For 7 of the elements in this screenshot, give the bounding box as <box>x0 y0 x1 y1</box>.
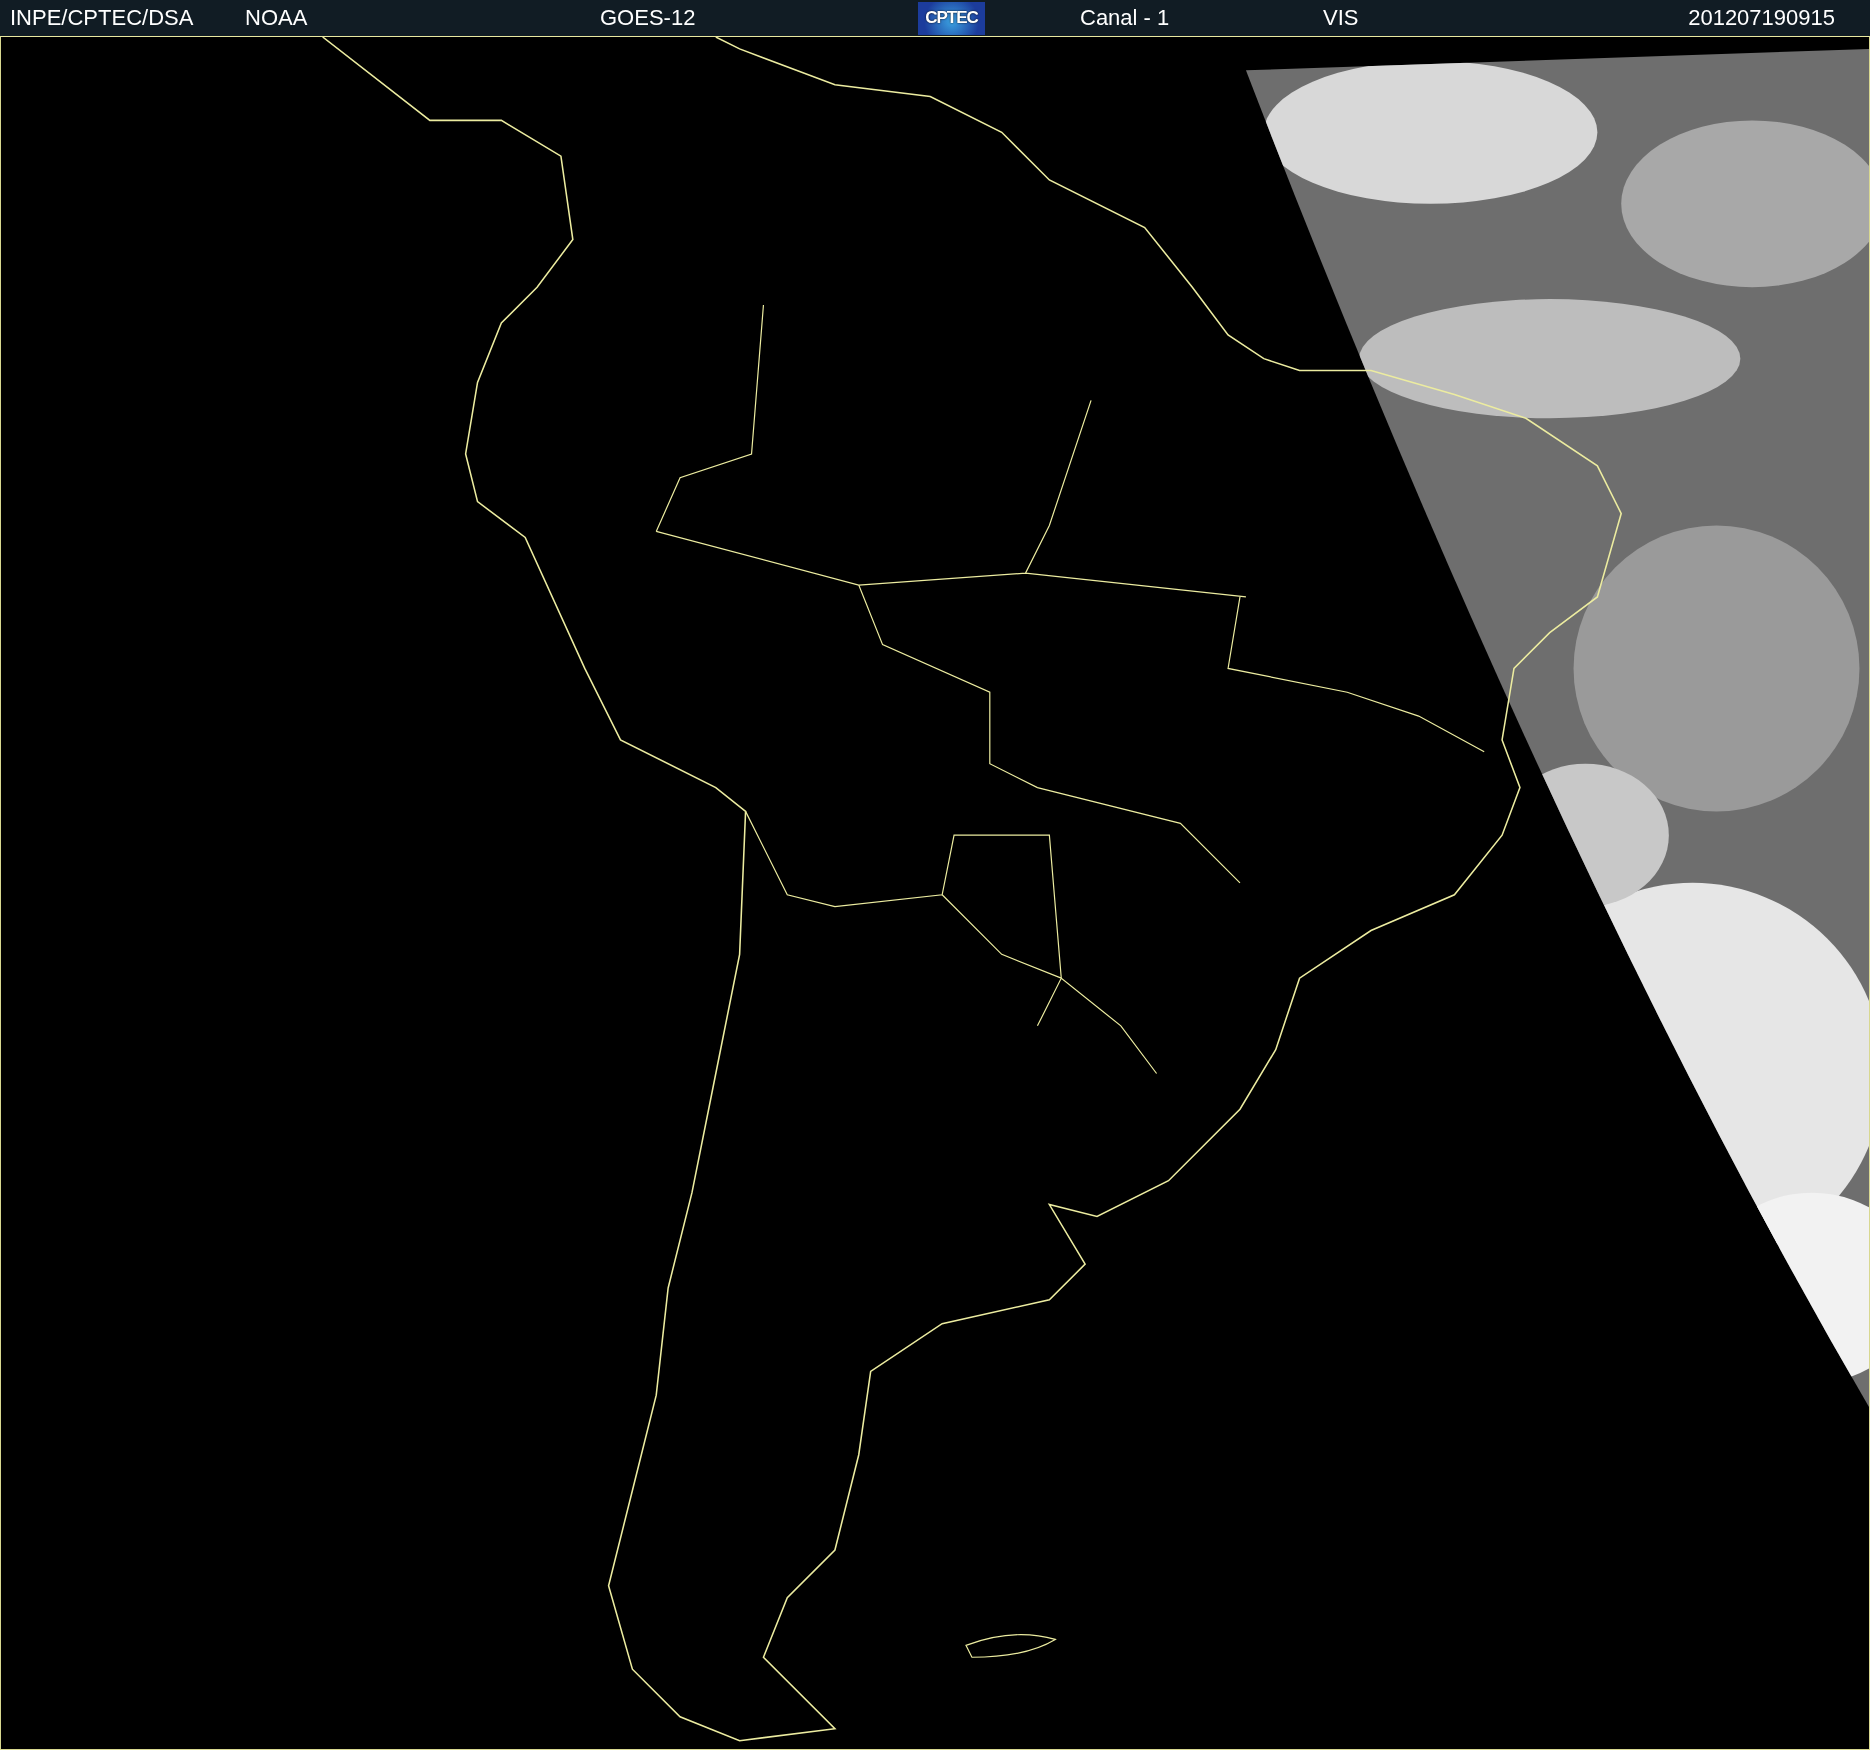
header-label: 201207190915 <box>1688 5 1835 31</box>
header-label: Canal - 1 <box>1080 5 1171 31</box>
header-label: VIS <box>1323 5 1360 31</box>
header-label: NOAA <box>245 5 309 31</box>
logo: CPTEC <box>918 1 985 35</box>
header-label: INPE/CPTEC/DSA <box>10 5 195 31</box>
header-label: GOES-12 <box>600 5 697 31</box>
